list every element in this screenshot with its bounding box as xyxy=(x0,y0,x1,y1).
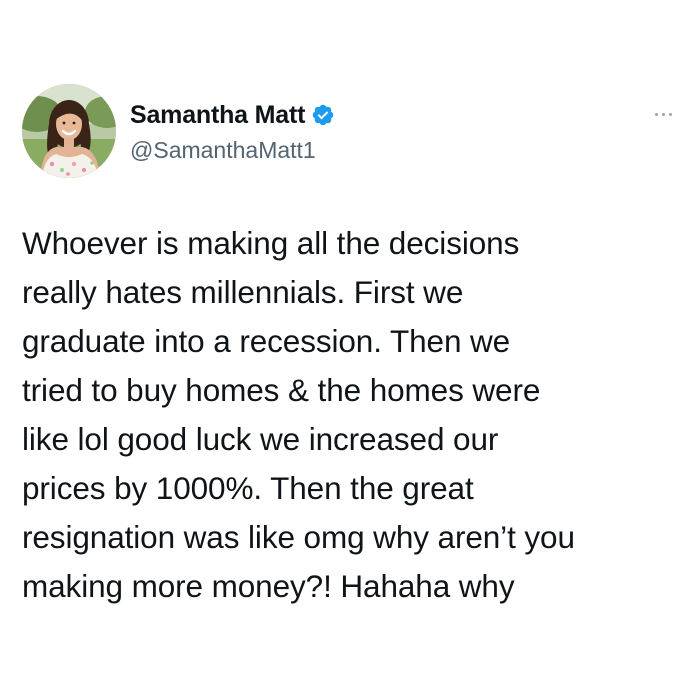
author-name-row: Samantha Matt xyxy=(130,100,335,130)
tweet-text: Whoever is making all the decisions real… xyxy=(22,225,575,604)
more-options-icon[interactable] xyxy=(647,104,679,124)
author-handle[interactable]: @SamanthaMatt1 xyxy=(130,137,316,164)
avatar[interactable] xyxy=(22,84,116,178)
profile-photo xyxy=(22,84,116,178)
display-name[interactable]: Samantha Matt xyxy=(130,101,305,130)
dot xyxy=(668,112,672,116)
verified-badge-icon xyxy=(311,103,335,127)
dot xyxy=(654,112,658,116)
tweet-card: Samantha Matt @SamanthaMatt1 Whoever is … xyxy=(0,0,700,700)
dot xyxy=(661,112,665,116)
